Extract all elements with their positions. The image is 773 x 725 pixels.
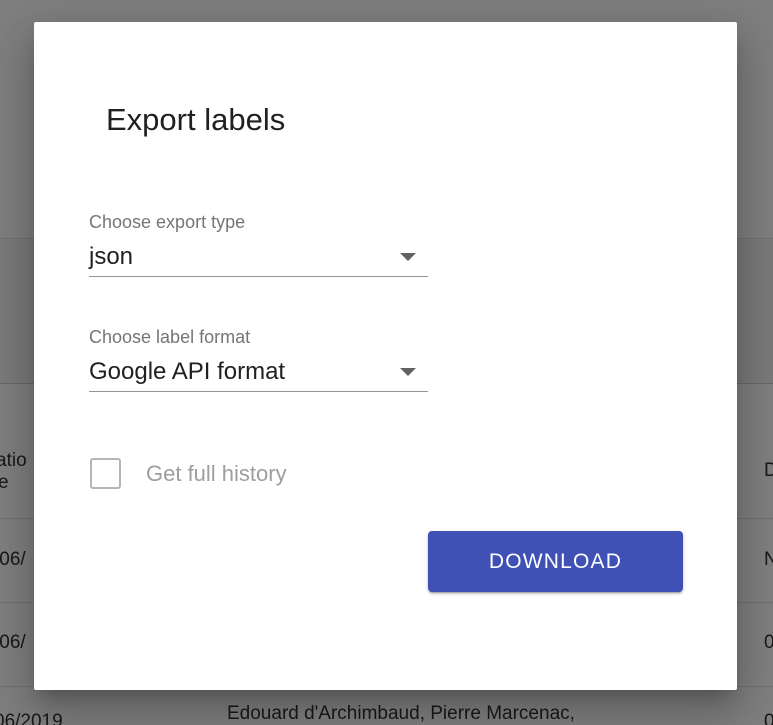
- export-type-select[interactable]: json: [89, 233, 428, 277]
- export-type-label: Choose export type: [89, 212, 246, 232]
- dialog-title: Export labels: [106, 102, 286, 137]
- label-format-label: Choose label format: [89, 327, 251, 347]
- chevron-down-icon: [400, 368, 416, 376]
- label-format-select[interactable]: Google API format: [89, 348, 428, 392]
- full-history-label: Get full history: [146, 460, 287, 486]
- export-labels-dialog: Export labels Choose export type json Ch…: [34, 22, 737, 690]
- label-format-value: Google API format: [89, 358, 286, 385]
- full-history-checkbox[interactable]: [90, 458, 121, 489]
- export-type-field: Choose export type json: [89, 212, 428, 277]
- chevron-down-icon: [400, 253, 416, 261]
- full-history-option[interactable]: Get full history: [90, 458, 287, 489]
- export-type-value: json: [89, 243, 134, 270]
- label-format-field: Choose label format Google API format: [89, 327, 428, 392]
- download-button[interactable]: DOWNLOAD: [428, 531, 683, 592]
